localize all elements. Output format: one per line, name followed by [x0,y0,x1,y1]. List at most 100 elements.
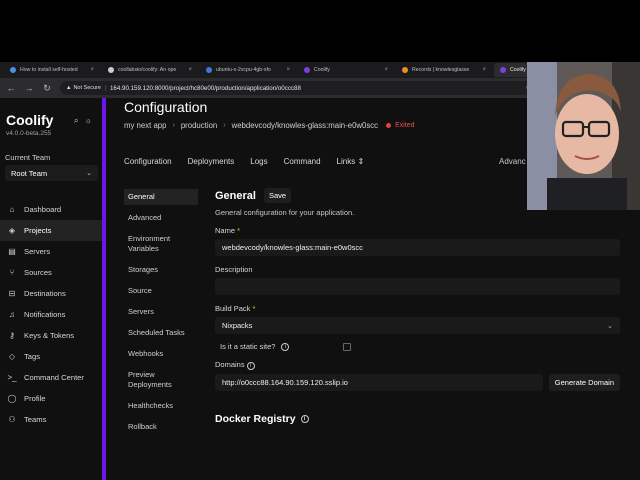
url-text: 164.90.159.120:8000/project/hc80e00/prod… [109,84,301,92]
sidebar-item-projects[interactable]: ◈ Projects [0,220,103,241]
static-site-label: Is it a static site? [220,342,276,351]
sidebar-item-teams[interactable]: ⚇ Teams [0,409,103,430]
info-icon[interactable]: i [300,415,309,423]
github-favicon-icon [108,67,114,73]
advanced-menu[interactable]: Advanc [499,157,526,166]
browser-tab[interactable]: ubuntu-s-2vcpu-4gb-sfo × [200,63,296,77]
info-icon[interactable]: i [281,342,290,351]
sidebar-item-destinations[interactable]: ⊟ Destinations [0,283,103,304]
browser-tab[interactable]: How to install self-hosted × [4,63,100,77]
settings-item-environment-variables[interactable]: Environment Variables [124,231,198,257]
chevron-down-icon: ⌄ [86,170,92,177]
current-team-label: Current Team [5,153,51,162]
sidebar-nav: ⌂ Dashboard ◈ Projects ▤ Servers ⑂ Sources ⊟… [0,199,103,430]
close-tab-icon[interactable]: × [188,67,192,73]
team-select-value: Root Team [11,168,48,178]
tab-links[interactable]: Links ⇕ [337,157,365,166]
sidebar-item-profile[interactable]: ◯ Profile [0,388,103,409]
generate-domain-button[interactable]: Generate Domain [548,374,620,391]
close-tab-icon[interactable]: × [384,67,388,73]
search-icon[interactable]: ⌕ [74,116,78,126]
settings-item-storages[interactable]: Storages [124,262,198,278]
settings-item-general[interactable]: General [124,189,198,205]
sidebar-item-servers[interactable]: ▤ Servers [0,241,103,262]
close-tab-icon[interactable]: × [482,67,486,73]
settings-item-rollback[interactable]: Rollback [124,419,198,435]
tab-logs[interactable]: Logs [250,157,267,166]
warning-icon: ▲ [66,85,72,91]
description-input[interactable] [215,278,620,295]
coolify-favicon-icon [500,67,506,73]
branch-icon: ⑂ [9,268,15,277]
tab-label: How to install self-hosted [20,67,78,73]
static-site-checkbox[interactable] [343,342,352,351]
tab-command[interactable]: Command [284,157,321,166]
required-star: * [237,226,241,235]
settings-item-advanced[interactable]: Advanced [124,210,198,226]
breadcrumb: my next app › production › webdevcody/kn… [124,121,415,130]
sidebar-item-notifications[interactable]: ♫ Notifications [0,304,103,325]
layers-icon: ◈ [8,226,16,235]
close-tab-icon[interactable]: × [286,67,290,73]
browser-tab[interactable]: Coolify × [298,63,394,77]
breadcrumb-project[interactable]: my next app [124,121,166,130]
address-bar[interactable]: ▲ Not Secure 164.90.159.120:8000/project/… [60,81,550,95]
sidebar: Coolify ⌕ ☼ v4.0.0-beta.255 Current Team … [0,98,103,480]
name-input[interactable]: webdevcody/knowles-glass:main-e0w0scc [215,239,620,256]
static-site-row: Is it a static site? i [220,342,620,351]
breadcrumb-environment[interactable]: production [181,121,217,130]
domains-input[interactable]: http://o0ccc88.164.90.159.120.sslip.io [215,374,543,391]
webcam-overlay [527,62,640,210]
sidebar-item-tags[interactable]: ◇ Tags [0,346,103,367]
forward-icon[interactable]: → [24,83,34,93]
settings-item-servers[interactable]: Servers [124,304,198,320]
tab-label: coollabsio/coolify: An ope [118,67,177,73]
home-icon: ⌂ [9,205,15,214]
chevron-updown-icon: ⇕ [357,157,365,166]
terminal-icon: >_ [7,373,17,382]
build-pack-label: Build Pack * [215,304,256,313]
browser-tab[interactable]: Records | knowlesglasse × [396,63,492,77]
tab-configuration[interactable]: Configuration [124,157,172,166]
sidebar-item-command-center[interactable]: >_ Command Center [0,367,103,388]
breadcrumb-application[interactable]: webdevcody/knowles-glass:main-e0w0scc [232,121,378,130]
settings-item-webhooks[interactable]: Webhooks [124,346,198,362]
build-pack-select[interactable]: Nixpacks ⌄ [215,317,620,334]
user-icon: ◯ [7,394,17,403]
settings-item-scheduled-tasks[interactable]: Scheduled Tasks [124,325,198,341]
sidebar-item-sources[interactable]: ⑂ Sources [0,262,103,283]
tab-label: Records | knowlesglasse [412,67,470,73]
tag-icon: ◇ [8,352,16,361]
server-icon: ▤ [8,247,16,256]
destination-icon: ⊟ [8,289,16,298]
save-button[interactable]: Save [263,188,292,203]
chevron-right-icon: › [172,122,175,129]
presenter-video-image [527,62,640,210]
close-tab-icon[interactable]: × [90,67,94,73]
chevron-right-icon: › [223,122,226,129]
team-select[interactable]: Root Team ⌄ [5,165,98,181]
tab-label: ubuntu-s-2vcpu-4gb-sfo [216,67,271,73]
info-icon[interactable]: i [246,362,255,370]
theme-toggle-icon[interactable]: ☼ [84,116,91,126]
not-secure-badge[interactable]: ▲ Not Secure [66,85,106,91]
cloudflare-favicon-icon [402,67,408,73]
sidebar-item-keys-tokens[interactable]: ⚷ Keys & Tokens [0,325,103,346]
section-title: General [215,189,256,202]
reload-icon[interactable]: ↻ [42,83,52,94]
users-icon: ⚇ [8,415,16,424]
browser-tab[interactable]: coollabsio/coolify: An ope × [102,63,198,77]
settings-item-preview-deployments[interactable]: Preview Deployments [124,367,198,393]
status-badge: Exited [386,122,415,129]
sidebar-item-dashboard[interactable]: ⌂ Dashboard [0,199,103,220]
tab-favicon-icon [10,67,16,73]
settings-item-source[interactable]: Source [124,283,198,299]
digitalocean-favicon-icon [206,67,212,73]
tab-deployments[interactable]: Deployments [188,157,235,166]
back-icon[interactable]: ← [6,83,16,93]
docker-registry-title: Docker Registry i [215,413,620,425]
coolify-favicon-icon [304,67,310,73]
brand-logo[interactable]: Coolify [6,112,53,128]
settings-item-healthchecks[interactable]: Healthchecks [124,398,198,414]
domains-label: Domains i [215,360,620,370]
